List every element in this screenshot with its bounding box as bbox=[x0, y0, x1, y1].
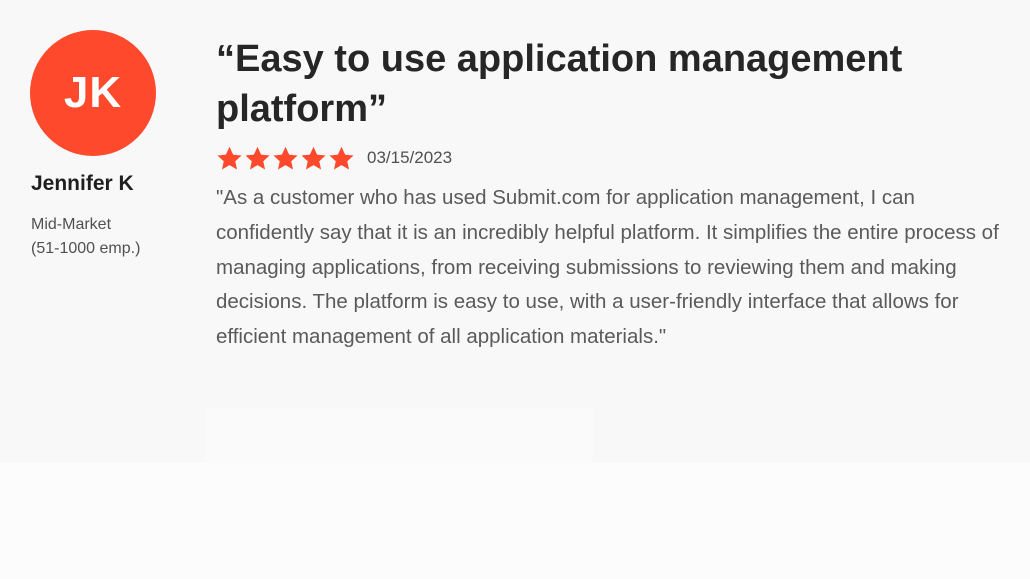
review-title: “Easy to use application management plat… bbox=[216, 38, 903, 130]
rating-row: 03/15/2023 bbox=[216, 144, 452, 172]
reviewer-segment: Mid-Market bbox=[31, 216, 112, 233]
star-icon bbox=[301, 146, 326, 170]
review-date: 03/15/2023 bbox=[367, 148, 453, 167]
star-icon bbox=[329, 146, 354, 170]
star-icon bbox=[273, 146, 298, 170]
reviewer-company-size: (51-1000 emp.) bbox=[31, 240, 141, 257]
star-rating bbox=[216, 145, 355, 172]
review-card: JK Jennifer K Mid-Market (51-1000 emp.) … bbox=[0, 0, 1030, 463]
reviewer-name: Jennifer K bbox=[31, 172, 134, 195]
star-icon bbox=[245, 146, 270, 170]
avatar: JK bbox=[30, 30, 156, 156]
reviewer-segment-block: Mid-Market (51-1000 emp.) bbox=[31, 213, 140, 261]
avatar-initials: JK bbox=[63, 68, 123, 117]
star-icon bbox=[217, 146, 242, 170]
review-body: "As a customer who has used Submit.com f… bbox=[216, 186, 999, 349]
card-divider-area bbox=[205, 408, 593, 463]
